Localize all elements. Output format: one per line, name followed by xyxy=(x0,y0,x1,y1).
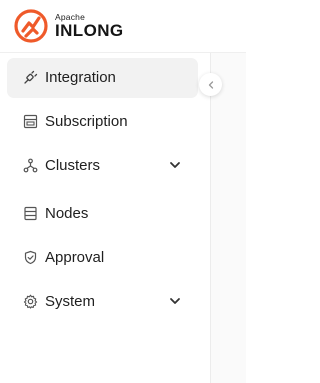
sidebar-item-label: Approval xyxy=(45,249,105,266)
chevron-down-icon xyxy=(170,298,180,304)
chevron-left-icon xyxy=(208,80,213,89)
sidebar-item-label: Clusters xyxy=(45,157,101,174)
subscription-icon xyxy=(23,114,38,129)
cluster-icon xyxy=(23,158,38,173)
sidebar: Integration Subscription Clusters Nodes … xyxy=(0,53,210,383)
sidebar-item-approval[interactable]: Approval xyxy=(7,238,198,278)
main-content xyxy=(211,53,246,383)
sidebar-item-nodes[interactable]: Nodes xyxy=(7,194,198,234)
sidebar-item-subscription[interactable]: Subscription xyxy=(7,102,198,142)
gear-icon xyxy=(23,294,38,309)
chevron-down-icon xyxy=(170,162,180,168)
sidebar-item-clusters[interactable]: Clusters xyxy=(7,146,198,186)
shield-check-icon xyxy=(24,250,37,265)
sidebar-item-label: Nodes xyxy=(45,205,89,222)
nodes-icon xyxy=(24,206,37,221)
brand-name: INLONG xyxy=(55,21,124,40)
sidebar-item-label: System xyxy=(45,293,96,310)
inlong-logo[interactable] xyxy=(14,9,48,43)
sidebar-collapse-button[interactable] xyxy=(199,73,222,96)
app: Apache INLONG Integration Subscription C… xyxy=(0,0,246,383)
sidebar-item-label: Integration xyxy=(45,69,116,86)
sidebar-item-system[interactable]: System xyxy=(7,282,198,322)
sidebar-item-integration[interactable]: Integration xyxy=(7,58,198,98)
header: Apache INLONG xyxy=(0,0,246,53)
plug-icon xyxy=(24,70,38,84)
sidebar-item-label: Subscription xyxy=(45,113,128,130)
